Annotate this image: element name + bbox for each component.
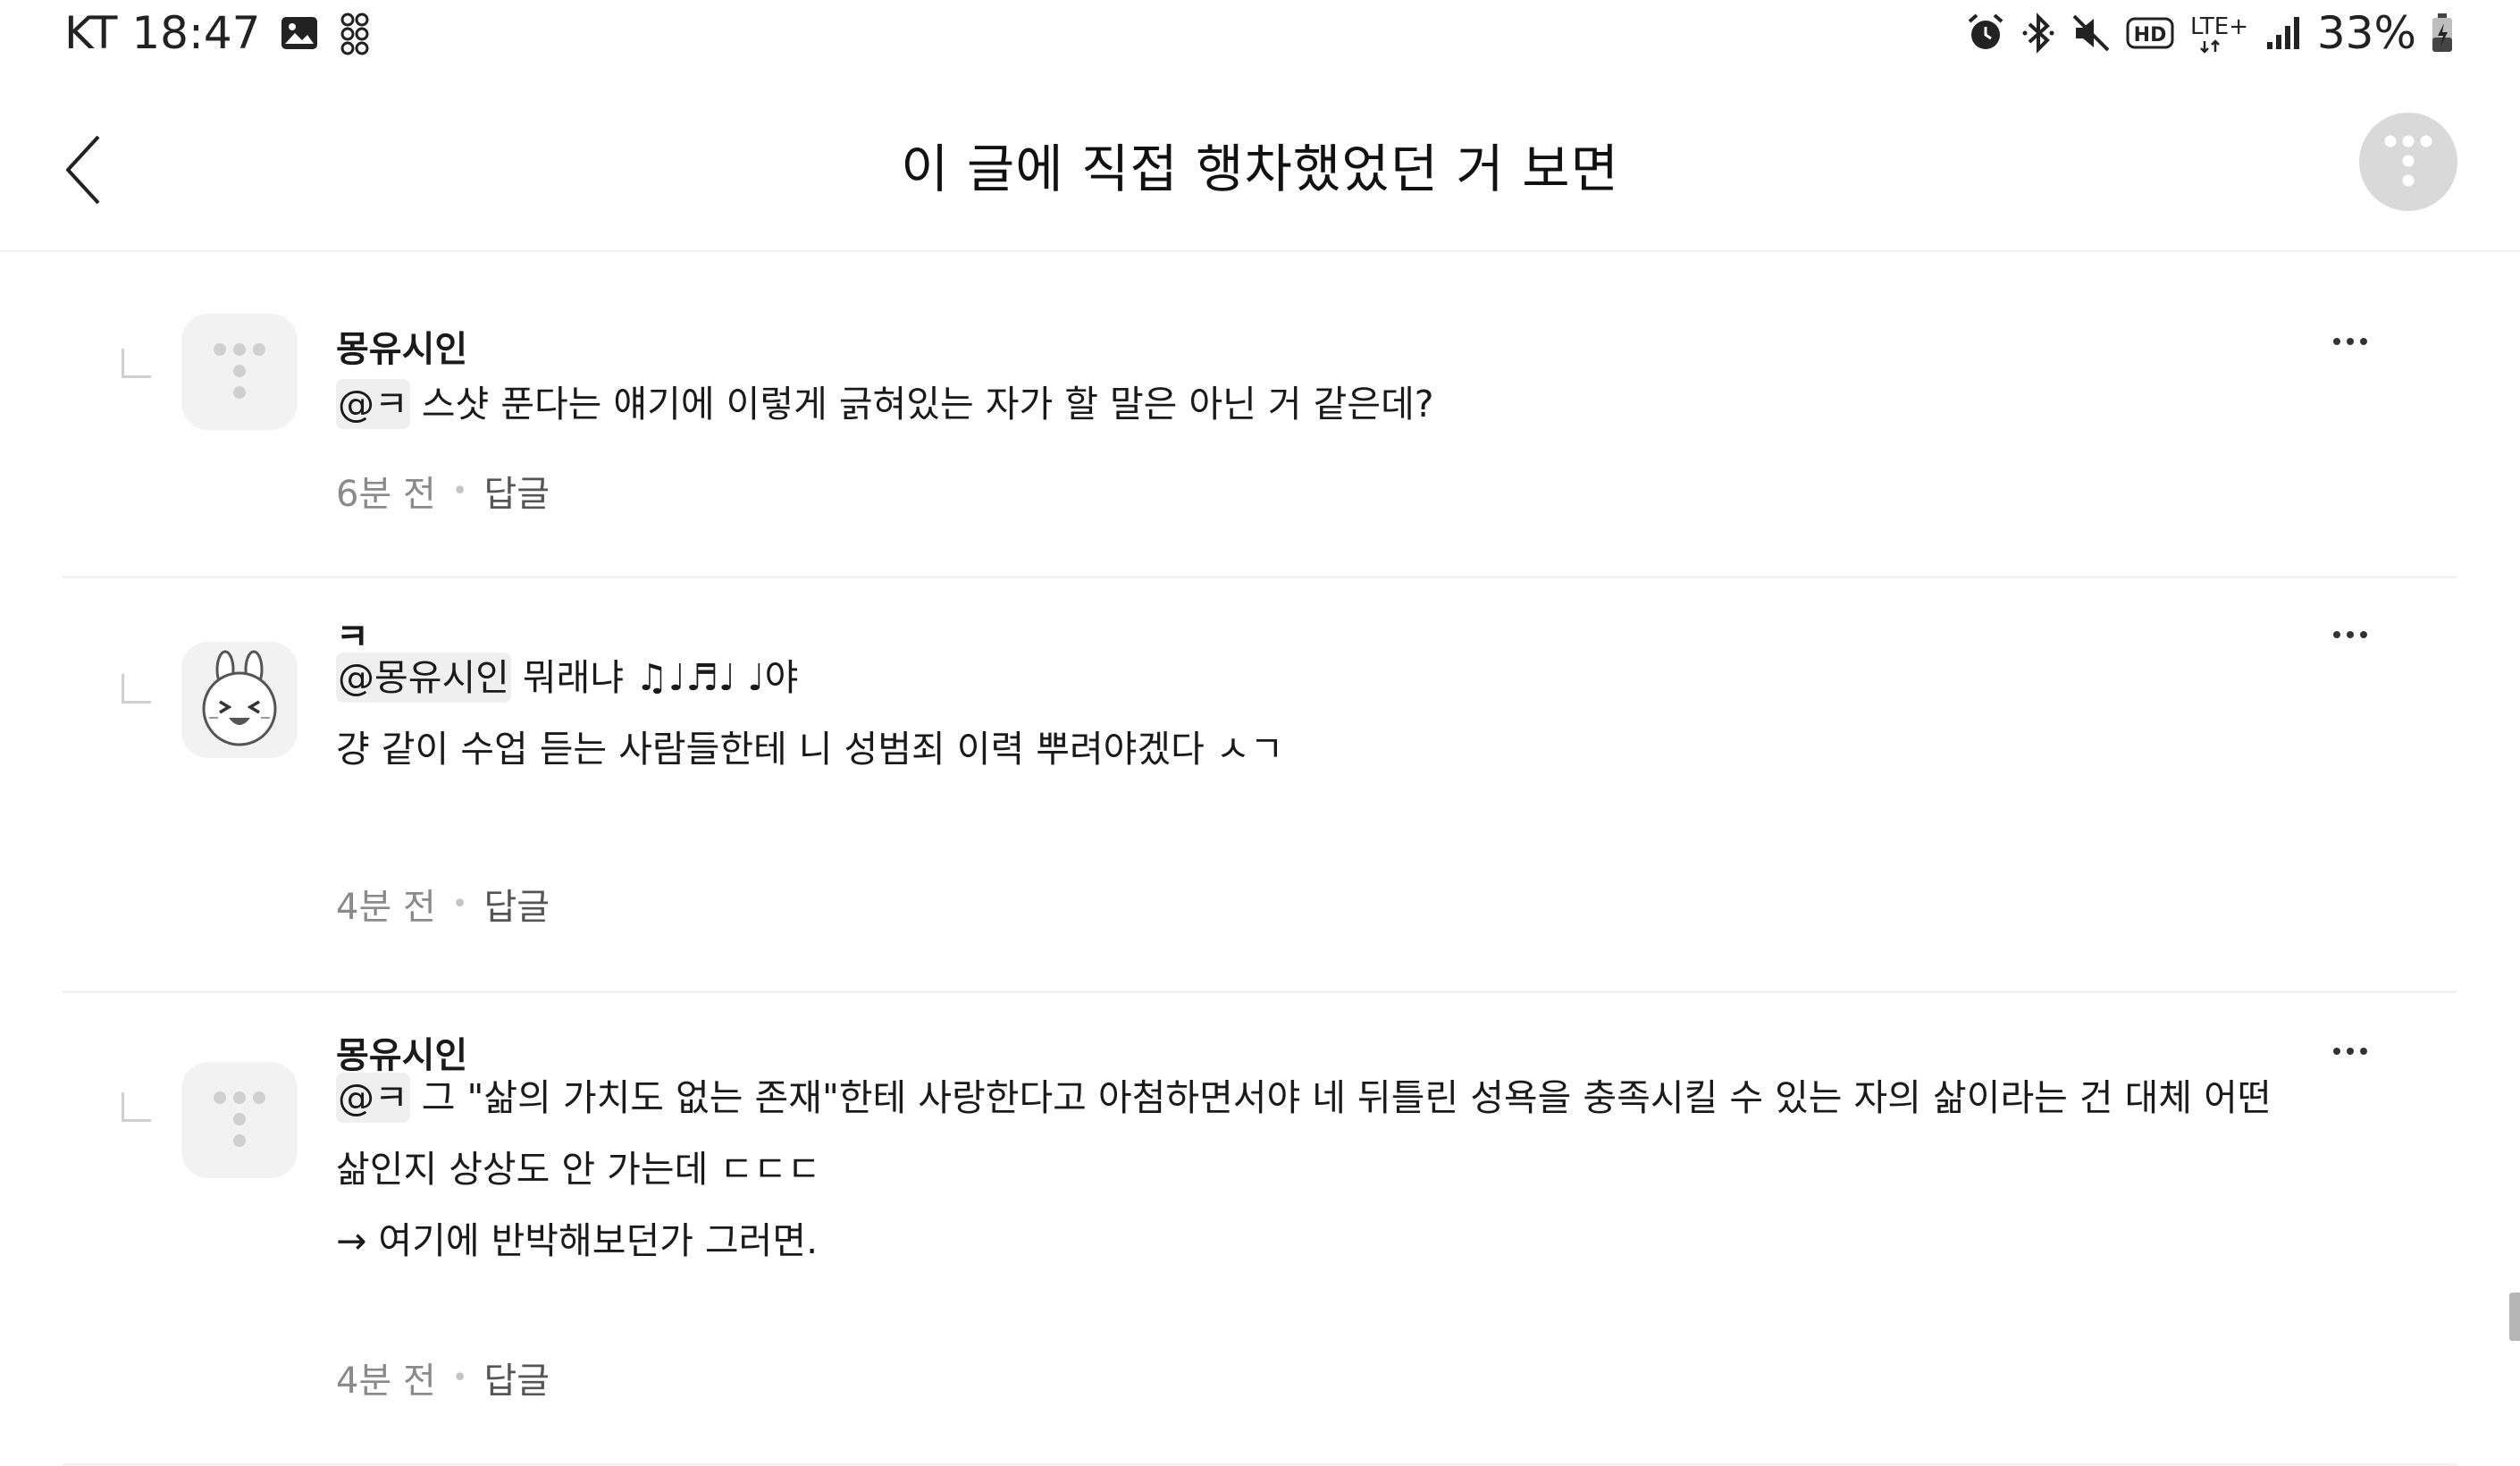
comment-meta: 4분 전 • 답글 — [336, 878, 550, 930]
signal-icon — [2265, 15, 2303, 51]
logo-button[interactable] — [2359, 113, 2457, 211]
comment-item: ㅋ @몽유시인 뭐래냐 ♫♩♬♩ ♩야 걍 같이 수업 듣는 사람들한테 니 성… — [63, 579, 2457, 993]
comment-line-text: 그 "삶의 가치도 없는 존재"한테 사랑한다고 아첨하면서야 네 뒤틀린 성욕… — [409, 1076, 2272, 1119]
reply-button[interactable]: 답글 — [483, 465, 550, 517]
comment-line-text: 뭐래냐 ♫♩♬♩ ♩야 — [510, 656, 799, 699]
comment-line: @ㅋ 스샷 푼다는 얘기에 이렇게 긁혀있는 자가 할 말은 아닌 거 같은데? — [336, 368, 2427, 440]
clock: 18:47 — [131, 7, 261, 59]
battery-icon — [2431, 13, 2454, 54]
reply-button[interactable]: 답글 — [483, 878, 550, 930]
comment-text: @몽유시인 뭐래냐 ♫♩♬♩ ♩야 걍 같이 수업 듣는 사람들한테 니 성범죄… — [336, 642, 2427, 785]
app-grid-icon — [339, 11, 374, 55]
reply-indent-mark — [122, 674, 151, 704]
more-horizontal-icon — [2333, 338, 2367, 345]
mention-tag[interactable]: @ㅋ — [336, 1073, 410, 1123]
default-logo-avatar-icon — [214, 343, 265, 399]
status-left: KT 18:47 — [64, 7, 374, 59]
svg-text:HD: HD — [2134, 24, 2167, 46]
carrier-label: KT — [64, 7, 118, 59]
avatar[interactable] — [181, 1062, 298, 1178]
page-title: 이 글에 직접 행차했었던 거 보면 — [901, 139, 1619, 199]
alarm-icon — [1965, 13, 2006, 54]
comment-line: → 여기에 반박해보던가 그러면. — [336, 1205, 2427, 1276]
more-options-button[interactable] — [2323, 617, 2377, 653]
header-bar: 이 글에 직접 행차했었던 거 보면 — [0, 89, 2520, 252]
comment-time: 4분 전 — [336, 887, 436, 928]
comment-line-text: 삶인지 상상도 안 가는데 ㄷㄷㄷ — [336, 1148, 821, 1191]
meta-separator: • — [451, 888, 468, 920]
more-options-button[interactable] — [2323, 1033, 2377, 1069]
network-label: LTE+ — [2190, 13, 2248, 40]
meta-separator: • — [451, 475, 468, 507]
lte-icon: LTE+ — [2188, 11, 2251, 55]
hd-voice-icon: HD — [2126, 15, 2174, 51]
comment-item: 몽유시인 @ㅋ 스샷 푼다는 얘기에 이렇게 긁혀있는 자가 할 말은 아닌 거… — [63, 254, 2457, 578]
comment-time: 4분 전 — [336, 1361, 436, 1402]
comment-line: @몽유시인 뭐래냐 ♫♩♬♩ ♩야 — [336, 642, 2427, 713]
default-logo-avatar-icon — [214, 1091, 265, 1147]
bunny-avatar-icon — [202, 650, 277, 746]
comment-meta: 6분 전 • 답글 — [336, 465, 550, 517]
everytime-logo-icon — [2384, 135, 2432, 187]
avatar[interactable] — [181, 642, 298, 758]
scrollbar-thumb[interactable] — [2509, 1293, 2520, 1341]
battery-percent: 33% — [2316, 7, 2416, 59]
more-horizontal-icon — [2333, 631, 2367, 638]
reply-indent-mark — [122, 1092, 151, 1122]
comment-text: @ㅋ 그 "삶의 가치도 없는 존재"한테 사랑한다고 아첨하면서야 네 뒤틀린… — [336, 1062, 2427, 1276]
status-right: HD LTE+ 33% — [1965, 7, 2454, 59]
comment-line-text: 스샷 푼다는 얘기에 이렇게 긁혀있는 자가 할 말은 아닌 거 같은데? — [409, 383, 1434, 425]
comment-line-text: → 여기에 반박해보던가 그러면. — [336, 1219, 819, 1262]
comment-meta: 4분 전 • 답글 — [336, 1352, 550, 1403]
mention-tag[interactable]: @ㅋ — [336, 379, 410, 429]
more-horizontal-icon — [2333, 1048, 2367, 1055]
mute-icon — [2071, 13, 2112, 54]
comment-time: 6분 전 — [336, 474, 436, 515]
bluetooth-icon — [2020, 13, 2056, 54]
comment-line: 삶인지 상상도 안 가는데 ㄷㄷㄷ — [336, 1133, 2427, 1205]
meta-separator: • — [451, 1361, 468, 1394]
reply-indent-mark — [122, 349, 151, 378]
more-options-button[interactable] — [2323, 324, 2377, 359]
reply-button[interactable]: 답글 — [483, 1352, 550, 1403]
comment-line: @ㅋ 그 "삶의 가치도 없는 존재"한테 사랑한다고 아첨하면서야 네 뒤틀린… — [336, 1062, 2427, 1133]
comment-line-text: 걍 같이 수업 듣는 사람들한테 니 성범죄 이력 뿌려야겠다 ㅅㄱ — [336, 728, 1284, 771]
comment-line: 걍 같이 수업 듣는 사람들한테 니 성범죄 이력 뿌려야겠다 ㅅㄱ — [336, 713, 2427, 785]
comment-item: 몽유시인 @ㅋ 그 "삶의 가치도 없는 존재"한테 사랑한다고 아첨하면서야 … — [63, 994, 2457, 1466]
comment-text: @ㅋ 스샷 푼다는 얘기에 이렇게 긁혀있는 자가 할 말은 아닌 거 같은데? — [336, 368, 2427, 440]
status-bar: KT 18:47 HD LTE+ 33% — [0, 0, 2520, 75]
avatar[interactable] — [181, 314, 298, 430]
gallery-icon — [280, 15, 319, 51]
comment-author[interactable]: 몽유시인 — [336, 320, 467, 372]
mention-tag[interactable]: @몽유시인 — [336, 653, 511, 703]
